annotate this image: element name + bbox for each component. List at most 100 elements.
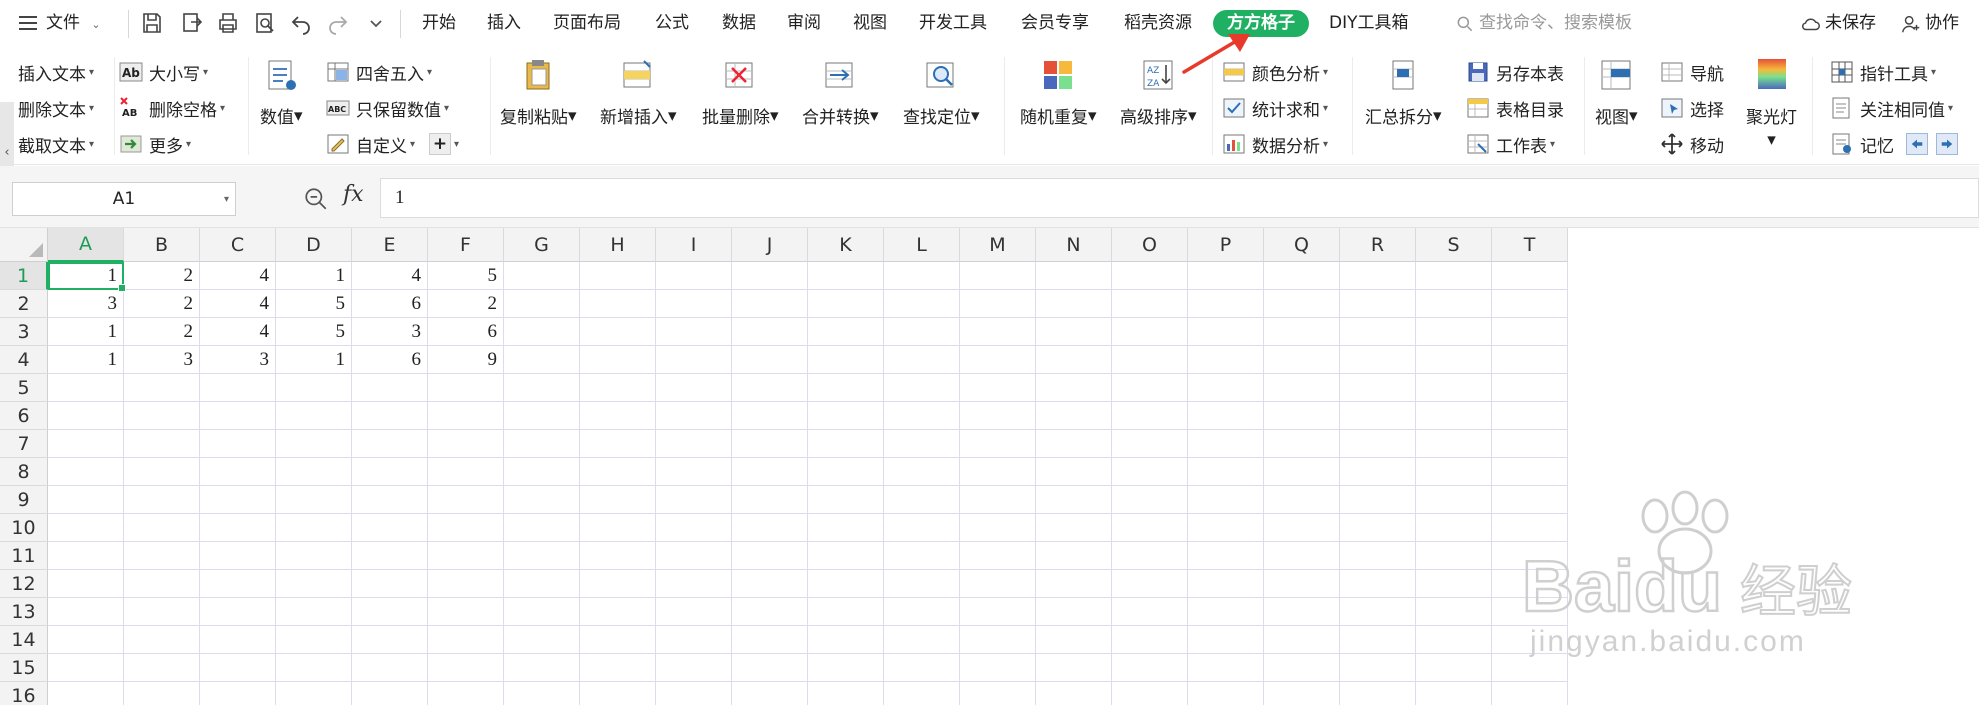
cell-c4[interactable]: 3 — [200, 346, 276, 374]
cell-c14[interactable] — [200, 626, 276, 654]
summary-split-button[interactable]: 汇总拆分 ▾ — [1365, 57, 1442, 128]
cell-k7[interactable] — [808, 430, 884, 458]
cell-t8[interactable] — [1492, 458, 1568, 486]
cell-p14[interactable] — [1188, 626, 1264, 654]
cell-d12[interactable] — [276, 570, 352, 598]
cell-i3[interactable] — [656, 318, 732, 346]
cell-f15[interactable] — [428, 654, 504, 682]
cell-h5[interactable] — [580, 374, 656, 402]
tab-view[interactable]: 视图 — [853, 10, 887, 37]
row-header-15[interactable]: 15 — [0, 654, 48, 682]
cell-e1[interactable]: 4 — [352, 262, 428, 290]
cell-a1[interactable]: 1 — [48, 262, 126, 292]
cell-q1[interactable] — [1264, 262, 1340, 290]
cell-e13[interactable] — [352, 598, 428, 626]
cell-l8[interactable] — [884, 458, 960, 486]
cell-i4[interactable] — [656, 346, 732, 374]
cell-b8[interactable] — [124, 458, 200, 486]
cell-l7[interactable] — [884, 430, 960, 458]
cell-o9[interactable] — [1112, 486, 1188, 514]
arrow-left-icon[interactable] — [1906, 133, 1928, 155]
cell-e2[interactable]: 6 — [352, 290, 428, 318]
row-header-3[interactable]: 3 — [0, 318, 48, 346]
cell-g4[interactable] — [504, 346, 580, 374]
cell-b16[interactable] — [124, 682, 200, 705]
row-header-6[interactable]: 6 — [0, 402, 48, 430]
cell-i11[interactable] — [656, 542, 732, 570]
cell-e5[interactable] — [352, 374, 428, 402]
cell-i12[interactable] — [656, 570, 732, 598]
cell-i6[interactable] — [656, 402, 732, 430]
cell-l1[interactable] — [884, 262, 960, 290]
column-header-j[interactable]: J — [732, 228, 808, 262]
cell-n12[interactable] — [1036, 570, 1112, 598]
cell-f4[interactable]: 9 — [428, 346, 504, 374]
cell-e8[interactable] — [352, 458, 428, 486]
cell-f5[interactable] — [428, 374, 504, 402]
cell-p7[interactable] — [1188, 430, 1264, 458]
tab-page-layout[interactable]: 页面布局 — [553, 10, 621, 37]
cell-n11[interactable] — [1036, 542, 1112, 570]
cell-r2[interactable] — [1340, 290, 1416, 318]
cell-a10[interactable] — [48, 514, 124, 542]
view-button[interactable]: 视图 ▾ — [1595, 57, 1638, 128]
cell-b14[interactable] — [124, 626, 200, 654]
cell-m13[interactable] — [960, 598, 1036, 626]
cell-b4[interactable]: 3 — [124, 346, 200, 374]
cell-s5[interactable] — [1416, 374, 1492, 402]
tab-member[interactable]: 会员专享 — [1021, 10, 1089, 37]
cell-k12[interactable] — [808, 570, 884, 598]
cell-k8[interactable] — [808, 458, 884, 486]
cell-g2[interactable] — [504, 290, 580, 318]
cell-s9[interactable] — [1416, 486, 1492, 514]
cell-o4[interactable] — [1112, 346, 1188, 374]
custom-button[interactable]: 自定义 ▾ + ▾ — [326, 129, 459, 159]
cell-q14[interactable] — [1264, 626, 1340, 654]
cell-o6[interactable] — [1112, 402, 1188, 430]
column-header-g[interactable]: G — [504, 228, 580, 262]
cell-j11[interactable] — [732, 542, 808, 570]
cell-e4[interactable]: 6 — [352, 346, 428, 374]
column-header-s[interactable]: S — [1416, 228, 1492, 262]
select-all-corner[interactable] — [0, 228, 48, 262]
cell-j13[interactable] — [732, 598, 808, 626]
column-header-h[interactable]: H — [580, 228, 656, 262]
cell-l3[interactable] — [884, 318, 960, 346]
cell-c3[interactable]: 4 — [200, 318, 276, 346]
cell-f16[interactable] — [428, 682, 504, 705]
cell-h1[interactable] — [580, 262, 656, 290]
cell-o5[interactable] — [1112, 374, 1188, 402]
cell-a7[interactable] — [48, 430, 124, 458]
cell-t1[interactable] — [1492, 262, 1568, 290]
cell-a2[interactable]: 3 — [48, 290, 124, 318]
cell-f7[interactable] — [428, 430, 504, 458]
cell-c10[interactable] — [200, 514, 276, 542]
cell-b2[interactable]: 2 — [124, 290, 200, 318]
column-header-k[interactable]: K — [808, 228, 884, 262]
column-header-m[interactable]: M — [960, 228, 1036, 262]
cell-e10[interactable] — [352, 514, 428, 542]
cell-j3[interactable] — [732, 318, 808, 346]
cell-h16[interactable] — [580, 682, 656, 705]
cell-s6[interactable] — [1416, 402, 1492, 430]
cell-c2[interactable]: 4 — [200, 290, 276, 318]
cell-j16[interactable] — [732, 682, 808, 705]
new-insert-button[interactable]: 新增插入 ▾ — [600, 57, 677, 128]
cell-d1[interactable]: 1 — [276, 262, 352, 290]
cell-c16[interactable] — [200, 682, 276, 705]
nav-button[interactable]: 导航 — [1660, 57, 1724, 87]
cell-g9[interactable] — [504, 486, 580, 514]
cell-s3[interactable] — [1416, 318, 1492, 346]
cell-j4[interactable] — [732, 346, 808, 374]
cell-k6[interactable] — [808, 402, 884, 430]
column-header-c[interactable]: C — [200, 228, 276, 262]
cell-q5[interactable] — [1264, 374, 1340, 402]
print-icon[interactable] — [214, 9, 242, 37]
cell-m5[interactable] — [960, 374, 1036, 402]
cell-p10[interactable] — [1188, 514, 1264, 542]
cell-q4[interactable] — [1264, 346, 1340, 374]
cell-m15[interactable] — [960, 654, 1036, 682]
cell-i10[interactable] — [656, 514, 732, 542]
move-button[interactable]: 移动 — [1660, 129, 1724, 159]
cell-s16[interactable] — [1416, 682, 1492, 705]
